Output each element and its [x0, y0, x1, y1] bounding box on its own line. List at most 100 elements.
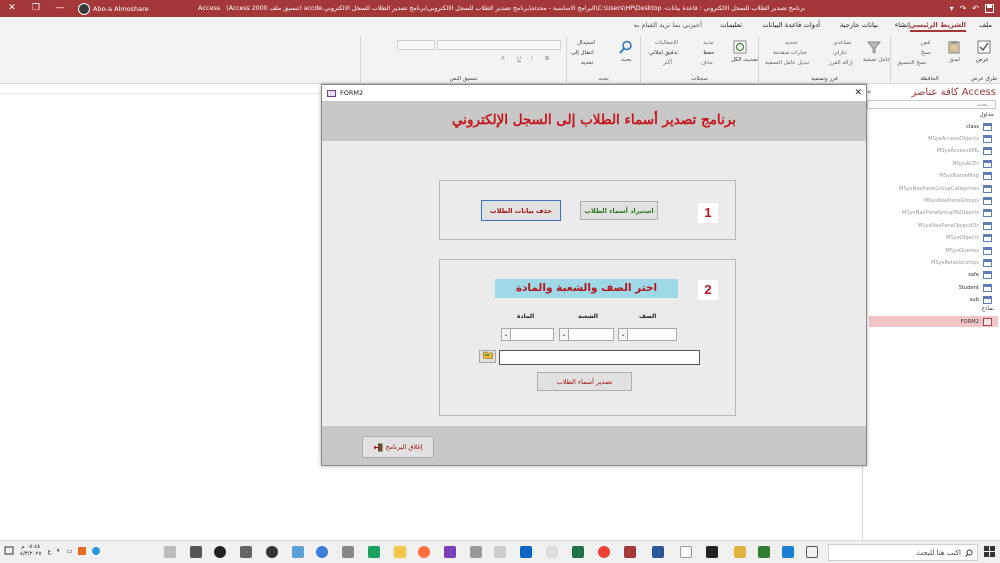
tell-me-search[interactable]: أخبرني بما تريد القيام به: [634, 21, 702, 29]
format-painter-button[interactable]: نسخ التنسيق: [897, 60, 926, 66]
nav-table-item[interactable]: MSysAccessXML: [937, 146, 992, 157]
tab-database-tools[interactable]: أدوات قاعدة البيانات: [762, 21, 820, 29]
nav-search-input[interactable]: بحث...: [867, 100, 996, 109]
new-record-button[interactable]: جديد: [703, 40, 714, 46]
redo-icon[interactable]: ↷: [960, 0, 967, 17]
export-students-button[interactable]: تصدير أسماء الطلاب: [537, 372, 632, 391]
nav-table-item[interactable]: MSysNameMap: [939, 171, 992, 182]
app-icon-10[interactable]: [292, 546, 304, 558]
tab-create[interactable]: إنشاء: [895, 21, 910, 29]
app-icon-7[interactable]: [368, 546, 380, 558]
app-icon-1[interactable]: [706, 546, 718, 558]
toggle-filter-button[interactable]: تبديل عامل التصفية: [765, 60, 809, 66]
close-window-button[interactable]: ✕: [0, 0, 24, 17]
app-icon-9[interactable]: [316, 546, 328, 558]
nav-table-item[interactable]: MSysObjects: [946, 233, 992, 244]
maximize-window-button[interactable]: ❐: [24, 0, 48, 17]
nav-table-item[interactable]: MSysACEs: [952, 158, 992, 169]
excel-icon[interactable]: [572, 546, 584, 558]
chevron-down-icon[interactable]: ⌄: [559, 328, 569, 341]
nav-collapse-icon[interactable]: «: [867, 88, 871, 96]
word-icon[interactable]: [652, 546, 664, 558]
class-combo[interactable]: ⌄: [618, 328, 677, 341]
tab-help[interactable]: تعليمات: [720, 21, 742, 29]
app-icon-4[interactable]: [470, 546, 482, 558]
app-icon-8[interactable]: [342, 546, 354, 558]
cut-button[interactable]: قص: [921, 40, 930, 46]
app-icon-5[interactable]: [444, 546, 456, 558]
more-button[interactable]: أكثر: [663, 60, 672, 66]
app-icon-15[interactable]: [164, 546, 176, 558]
division-combo[interactable]: ⌄: [559, 328, 614, 341]
filter-button[interactable]: عامل تصفية: [863, 57, 891, 63]
access-taskbar-icon[interactable]: [624, 546, 636, 558]
advanced-filter-button[interactable]: خيارات متقدمة: [773, 50, 807, 56]
app-icon-13[interactable]: [214, 546, 226, 558]
underline-button[interactable]: U: [517, 56, 521, 62]
dropbox-icon[interactable]: [680, 546, 692, 558]
nav-table-item[interactable]: MSysNavPaneObjectIDs: [918, 220, 992, 231]
paste-button[interactable]: لصق: [949, 57, 960, 63]
tray-app-icon-2[interactable]: [92, 547, 101, 555]
user-account[interactable]: Abo-a Almoshare: [78, 2, 149, 15]
browse-folder-button[interactable]: [479, 350, 496, 363]
nav-forms-header[interactable]: نماذج: [982, 306, 994, 312]
delete-students-button[interactable]: حذف بيانات الطلاب: [481, 200, 561, 221]
totals-button[interactable]: الإجماليات: [655, 40, 678, 46]
nav-table-item[interactable]: MSysNavPaneGroupToObjects: [902, 208, 992, 219]
mail-icon[interactable]: [520, 546, 532, 558]
app-icon-6[interactable]: [394, 546, 406, 558]
view-icon[interactable]: [977, 40, 991, 54]
sort-descending-button[interactable]: تنازلي: [833, 50, 847, 56]
find-icon[interactable]: [619, 40, 633, 54]
italic-button[interactable]: I: [531, 56, 533, 62]
start-button[interactable]: [984, 546, 996, 558]
chrome-icon[interactable]: [598, 546, 610, 558]
paste-icon[interactable]: [947, 40, 961, 54]
nav-table-item[interactable]: sub: [970, 295, 992, 306]
goto-button[interactable]: انتقال إلى: [571, 50, 594, 56]
file-explorer-icon[interactable]: [734, 546, 746, 558]
copy-button[interactable]: نسخ: [921, 50, 931, 56]
tray-app-icon[interactable]: [78, 547, 87, 555]
store-icon[interactable]: [758, 546, 770, 558]
notification-icon[interactable]: [4, 546, 14, 556]
nav-table-item[interactable]: MSysAccessObjects: [928, 133, 992, 144]
font-size-combo[interactable]: [397, 40, 435, 50]
find-button[interactable]: بحث: [621, 57, 631, 63]
nav-tables-header[interactable]: جداول: [980, 112, 994, 118]
app-icon-3[interactable]: [494, 546, 506, 558]
selection-filter-button[interactable]: تحديد: [785, 40, 797, 46]
network-icon[interactable]: ▭: [67, 548, 73, 555]
replace-button[interactable]: استبدال: [577, 40, 595, 46]
font-color-button[interactable]: A: [501, 56, 505, 62]
volume-icon[interactable]: 🔈︎: [57, 547, 61, 555]
filter-icon[interactable]: [867, 40, 881, 54]
form-close-button[interactable]: ✕: [854, 85, 862, 101]
save-record-button[interactable]: حفظ: [703, 50, 714, 56]
nav-table-item[interactable]: safe: [968, 270, 992, 281]
save-icon[interactable]: [985, 4, 994, 13]
nav-table-item[interactable]: MSysNavPaneGroups: [924, 195, 992, 206]
font-name-combo[interactable]: [437, 40, 561, 50]
undo-icon[interactable]: ↶: [972, 0, 979, 17]
delete-record-button[interactable]: حذف: [701, 60, 713, 66]
chevron-down-icon[interactable]: ⌄: [618, 328, 628, 341]
qat-customize-icon[interactable]: ▾: [950, 0, 954, 17]
bold-button[interactable]: B: [545, 56, 549, 62]
refresh-all-button[interactable]: تحديث الكل: [731, 57, 758, 63]
clock[interactable]: ٠٥:٤٨ م ٤/٣/٢٠٢٥: [20, 544, 41, 558]
chevron-down-icon[interactable]: ⌄: [501, 328, 511, 341]
close-program-button[interactable]: إغلاق البرنامج: [362, 436, 434, 458]
app-icon-2[interactable]: [546, 546, 558, 558]
nav-table-item[interactable]: Student: [959, 282, 992, 293]
nav-table-item[interactable]: MSysRelationships: [931, 257, 992, 268]
task-view-icon[interactable]: [806, 546, 818, 558]
app-icon-14[interactable]: [190, 546, 202, 558]
subject-combo[interactable]: ⌄: [501, 328, 554, 341]
taskbar-search[interactable]: اكتب هنا للبحث: [828, 544, 978, 561]
nav-table-item[interactable]: MSysNavPaneGroupCategories: [899, 183, 992, 194]
import-students-button[interactable]: استيراد أسماء الطلاب: [580, 201, 658, 220]
tab-home[interactable]: الشريط الرئيسي: [909, 21, 966, 32]
firefox-icon[interactable]: [418, 546, 430, 558]
